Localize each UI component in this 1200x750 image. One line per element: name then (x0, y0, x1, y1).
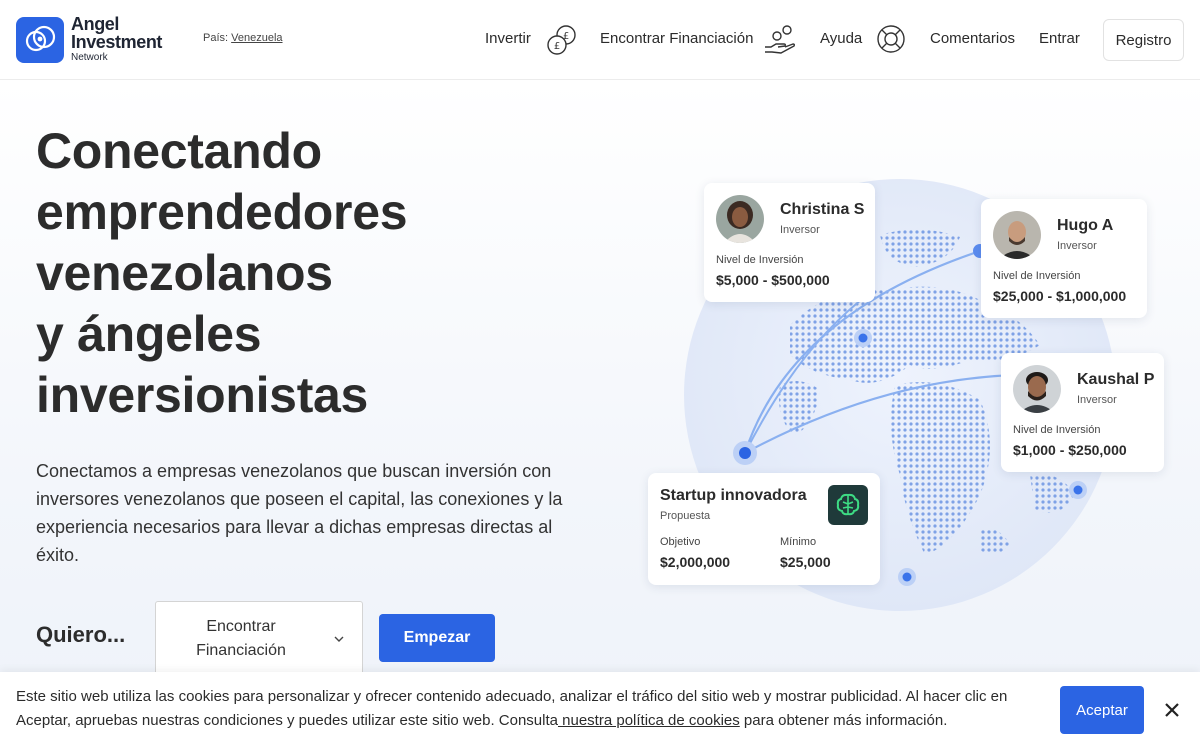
goal-value: $2,000,000 (660, 554, 731, 570)
country-link[interactable]: Venezuela (231, 32, 282, 44)
investment-level-value: $5,000 - $500,000 (716, 272, 830, 288)
hero-title-line: Conectando (36, 123, 322, 179)
nav-invertir[interactable]: Invertir (485, 30, 531, 47)
lifebuoy-icon[interactable] (875, 23, 907, 60)
brain-icon (828, 485, 868, 525)
startup-name: Startup innovadora (660, 487, 807, 504)
logo-icon[interactable] (16, 17, 64, 63)
investor-card-christina[interactable]: Christina S Inversor Nivel de Inversión … (704, 183, 875, 302)
hero-description: Conectamos a empresas venezolanos que bu… (36, 461, 563, 565)
hero-title-line: inversionistas (36, 367, 369, 423)
logo-wordmark[interactable]: Angel Investment Network (71, 15, 162, 64)
country-label: País: (203, 32, 229, 44)
nav-ayuda[interactable]: Ayuda (820, 30, 862, 47)
coins-icon[interactable]: £ £ (545, 23, 579, 62)
hero-title: Conectando emprendedores venezolanos y á… (36, 121, 556, 426)
site-header: Angel Investment Network País: Venezuela… (0, 0, 1200, 80)
logo-line-3: Network (71, 52, 108, 63)
startup-card[interactable]: Startup innovadora Propuesta Objetivo $2… (648, 473, 880, 585)
startup-role: Propuesta (660, 510, 711, 522)
goal-label: Objetivo (660, 536, 701, 548)
cookie-text: Este sitio web utiliza las cookies para … (16, 685, 1026, 733)
close-icon[interactable] (1162, 700, 1182, 720)
register-button[interactable]: Registro (1103, 19, 1184, 61)
hero-title-line: emprendedores (36, 184, 408, 240)
hand-coins-icon[interactable] (763, 23, 797, 62)
accept-cookies-button[interactable]: Aceptar (1060, 686, 1144, 734)
logo-line-1: Angel (71, 14, 120, 34)
intent-select-value: Encontrar Financiación (196, 618, 286, 659)
logo-line-2: Investment (71, 32, 163, 52)
investment-level-value: $25,000 - $1,000,000 (993, 288, 1127, 304)
cookie-policy-link[interactable]: nuestra política de cookies (558, 712, 740, 729)
avatar (1013, 365, 1061, 413)
avatar (716, 195, 764, 243)
cookie-banner: Este sitio web utiliza las cookies para … (0, 672, 1200, 750)
avatar (993, 211, 1041, 259)
minimum-label: Mínimo (780, 536, 817, 548)
chevron-down-icon (334, 632, 344, 646)
investor-role: Inversor (780, 224, 820, 236)
investment-level-label: Nivel de Inversión (993, 270, 1081, 282)
investor-card-kaushal[interactable]: Kaushal P Inversor Nivel de Inversión $1… (1001, 353, 1164, 472)
hero-title-line: y ángeles (36, 306, 262, 362)
investment-level-value: $1,000 - $250,000 (1013, 442, 1127, 458)
investor-name: Christina S (780, 201, 865, 218)
investment-level-label: Nivel de Inversión (716, 254, 804, 266)
nav-entrar[interactable]: Entrar (1039, 30, 1080, 47)
nav-encontrar-financiacion[interactable]: Encontrar Financiación (600, 30, 753, 47)
hero-title-line: venezolanos (36, 245, 333, 301)
investor-card-hugo[interactable]: Hugo A Inversor Nivel de Inversión $25,0… (981, 199, 1147, 318)
investor-role: Inversor (1057, 240, 1097, 252)
investor-role: Inversor (1077, 394, 1117, 406)
intent-select[interactable]: Encontrar Financiación (155, 601, 363, 677)
cookie-text-end: para obtener más información. (739, 712, 948, 729)
minimum-value: $25,000 (780, 554, 831, 570)
nav-comentarios[interactable]: Comentarios (930, 30, 1015, 47)
start-button[interactable]: Empezar (379, 614, 495, 662)
quiero-label: Quiero... (36, 622, 126, 647)
svg-text:£: £ (554, 41, 560, 52)
hero-section: Conectando emprendedores venezolanos y á… (0, 81, 1200, 750)
investor-name: Kaushal P (1077, 371, 1155, 388)
investment-level-label: Nivel de Inversión (1013, 424, 1101, 436)
investor-name: Hugo A (1057, 217, 1114, 234)
country-selector: País: Venezuela (203, 32, 283, 44)
